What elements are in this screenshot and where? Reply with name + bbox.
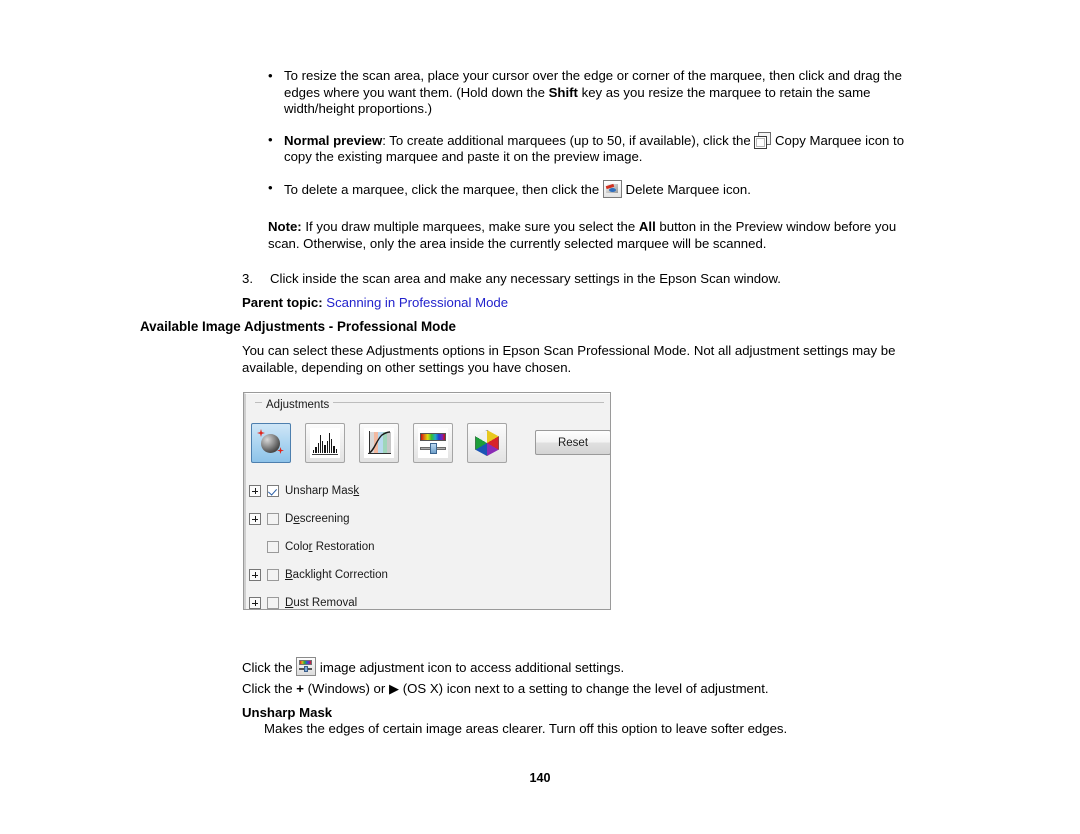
- note-label: Note:: [268, 219, 302, 234]
- list-item-text: Normal preview: To create additional mar…: [284, 131, 928, 166]
- expand-plus-icon[interactable]: [249, 597, 261, 609]
- descreening-checkbox[interactable]: [267, 513, 279, 525]
- right-arrow-icon: ▶: [388, 681, 400, 696]
- page-title: Available Image Adjustments - Profession…: [140, 319, 456, 334]
- bullet-marker: •: [268, 68, 273, 83]
- list-item[interactable]: Unsharp Mask: [249, 477, 599, 505]
- auto-exposure-glyph: [256, 428, 286, 458]
- list-item[interactable]: Backlight Correction: [249, 561, 599, 589]
- color-palette-icon[interactable]: [467, 423, 507, 463]
- sub-heading-unsharp-mask: Unsharp Mask: [242, 705, 333, 720]
- bullet-1-bold1: Normal preview: [284, 132, 383, 148]
- bullet-marker: •: [268, 131, 273, 147]
- expand-plus-icon[interactable]: [249, 569, 261, 581]
- after-2-b: (Windows) or: [303, 681, 389, 696]
- color-palette-glyph: [472, 428, 502, 458]
- color-restoration-label: Color Restoration: [285, 541, 375, 553]
- bullet-2-part1: To delete a marquee, click the marquee, …: [284, 181, 603, 197]
- note-block: Note: If you draw multiple marquees, mak…: [268, 219, 928, 252]
- after-panel-line-2: Click the + (Windows) or ▶ (OS X) icon n…: [242, 681, 942, 698]
- tone-correction-glyph: [364, 428, 394, 458]
- bullet-2-part2: Delete Marquee icon.: [621, 181, 751, 197]
- list-item: • To resize the scan area, place your cu…: [268, 68, 928, 118]
- parent-topic: Parent topic: Scanning in Professional M…: [242, 295, 508, 312]
- after-2-c: (OS X) icon next to a setting to change …: [399, 681, 769, 696]
- bullet-1-part1: : To create additional marquees (up to 5…: [382, 132, 755, 148]
- list-item-text: To delete a marquee, click the marquee, …: [284, 179, 928, 199]
- histogram-glyph: [310, 428, 340, 458]
- after-1-a: Click the: [242, 660, 297, 675]
- image-adjustment-icon: [296, 657, 317, 676]
- adjustments-group-label: Adjustments: [262, 398, 334, 412]
- adjustments-toolbar: [251, 423, 507, 463]
- parent-topic-link[interactable]: Scanning in Professional Mode: [326, 295, 508, 310]
- list-item-text: To resize the scan area, place your curs…: [284, 68, 928, 118]
- color-restoration-checkbox[interactable]: [267, 541, 279, 553]
- note-part1: If you draw multiple marquees, make sure…: [301, 219, 639, 234]
- page-number: 140: [529, 771, 551, 785]
- step-number: 3.: [242, 271, 253, 286]
- bullet-marker: •: [268, 179, 273, 195]
- bullet-0-bold1: Shift: [548, 84, 578, 100]
- after-panel-line-1: Click the image adjustment icon to acces…: [242, 657, 942, 677]
- after-1-b: image adjustment icon to access addition…: [316, 660, 625, 675]
- unsharp-mask-label: Unsharp Mask: [285, 485, 360, 497]
- expand-plus-icon[interactable]: [249, 485, 261, 497]
- adjustment-options-list: Unsharp Mask Descreening Color Restorati…: [249, 477, 599, 617]
- tone-correction-icon[interactable]: [359, 423, 399, 463]
- dust-removal-checkbox[interactable]: [267, 597, 279, 609]
- list-item: • Normal preview: To create additional m…: [268, 131, 928, 166]
- document-page: • To resize the scan area, place your cu…: [0, 0, 1080, 834]
- dust-removal-label: Dust Removal: [285, 597, 358, 609]
- reset-button[interactable]: Reset: [535, 430, 611, 455]
- descreening-label: Descreening: [285, 513, 350, 525]
- intro-paragraph: You can select these Adjustments options…: [242, 343, 896, 375]
- copy-marquee-icon: [754, 131, 772, 149]
- auto-exposure-icon[interactable]: [251, 423, 291, 463]
- list-item[interactable]: Dust Removal: [249, 589, 599, 617]
- note-bold-all: All: [638, 219, 656, 234]
- backlight-correction-checkbox[interactable]: [267, 569, 279, 581]
- sub-paragraph-unsharp-mask: Makes the edges of certain image areas c…: [264, 721, 788, 736]
- backlight-correction-label: Backlight Correction: [285, 569, 388, 581]
- unsharp-mask-checkbox[interactable]: [267, 485, 279, 497]
- expand-plus-icon[interactable]: [249, 513, 261, 525]
- parent-topic-label: Parent topic:: [242, 295, 323, 310]
- histogram-adjustment-icon[interactable]: [305, 423, 345, 463]
- plus-symbol: +: [296, 681, 304, 696]
- image-adjustment-glyph: [418, 428, 448, 458]
- image-adjustment-icon[interactable]: [413, 423, 453, 463]
- step-text: Click inside the scan area and make any …: [270, 271, 781, 286]
- after-2-a: Click the: [242, 681, 297, 696]
- delete-marquee-icon: [602, 179, 622, 198]
- bullet-list: • To resize the scan area, place your cu…: [268, 68, 928, 213]
- list-item: • To delete a marquee, click the marquee…: [268, 179, 928, 199]
- step-item: 3. Click inside the scan area and make a…: [242, 271, 942, 288]
- tone-curve-svg: [368, 431, 391, 454]
- list-item[interactable]: Color Restoration: [249, 533, 599, 561]
- list-item[interactable]: Descreening: [249, 505, 599, 533]
